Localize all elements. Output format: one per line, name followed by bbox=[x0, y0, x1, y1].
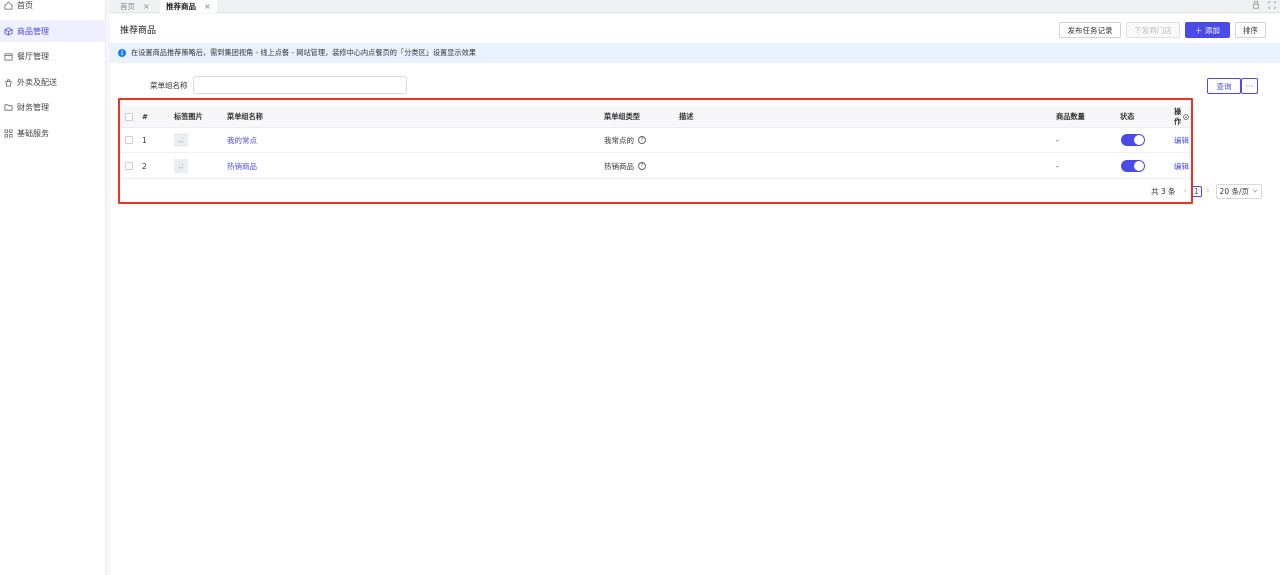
sort-button[interactable]: 排序 bbox=[1235, 22, 1266, 38]
store-icon bbox=[4, 52, 13, 61]
column-header-description: 描述 bbox=[679, 111, 694, 121]
home-icon bbox=[4, 0, 13, 10]
column-header-index: # bbox=[142, 112, 149, 121]
tab-recommended-products[interactable]: 推荐商品 × bbox=[160, 0, 217, 13]
image-placeholder-icon bbox=[174, 159, 188, 173]
sidebar-item-finance[interactable]: 财务管理 bbox=[0, 96, 106, 118]
more-options-button[interactable]: ··· bbox=[1241, 78, 1258, 94]
row-index: 1 bbox=[142, 135, 147, 145]
close-icon[interactable]: × bbox=[143, 2, 150, 11]
sidebar-item-delivery[interactable]: 外卖及配送 bbox=[0, 71, 106, 93]
status-toggle[interactable] bbox=[1121, 134, 1145, 146]
filter-label: 菜单组名称 bbox=[150, 81, 188, 90]
menu-group-type: 热销商品 bbox=[604, 161, 634, 171]
window-controls bbox=[1252, 1, 1276, 11]
table-row: 1 我的常点 我常点的 ? - 编辑 bbox=[120, 128, 1190, 153]
tab-bar: 首页 × 推荐商品 × bbox=[110, 0, 1280, 13]
page-number-button[interactable]: 1 bbox=[1191, 185, 1202, 197]
table-header: # 标签图片 菜单组名称 菜单组类型 描述 商品数量 状态 操作 bbox=[120, 106, 1190, 128]
push-to-store-button[interactable]: 下发到门店 bbox=[1126, 22, 1180, 38]
folder-icon bbox=[4, 103, 13, 112]
column-header-count: 商品数量 bbox=[1056, 111, 1085, 121]
row-index: 2 bbox=[142, 161, 147, 171]
notice-banner: i 在设置商品推荐策略后，需到集团视角 - 线上点餐 - 网站管理，装修中心内点… bbox=[110, 43, 1280, 63]
row-product-count: - bbox=[1056, 135, 1059, 145]
select-all-checkbox[interactable] bbox=[125, 112, 133, 121]
page-title: 推荐商品 bbox=[120, 26, 157, 36]
column-header-action: 操作 bbox=[1174, 106, 1182, 126]
sidebar-item-products[interactable]: 商品管理 bbox=[0, 20, 106, 42]
tab-label: 推荐商品 bbox=[166, 2, 196, 11]
sidebar-item-home[interactable]: 首页 bbox=[0, 0, 106, 16]
status-toggle[interactable] bbox=[1121, 160, 1145, 172]
sidebar-item-basic-services[interactable]: 基础服务 bbox=[0, 122, 106, 144]
menu-group-name-link[interactable]: 热销商品 bbox=[227, 154, 257, 178]
column-header-name: 菜单组名称 bbox=[227, 111, 263, 121]
sidebar-item-label: 商品管理 bbox=[17, 26, 49, 36]
delivery-icon bbox=[4, 78, 13, 87]
chevron-down-icon bbox=[1252, 188, 1258, 194]
column-header-status: 状态 bbox=[1120, 111, 1135, 121]
sidebar-item-label: 外卖及配送 bbox=[17, 77, 57, 87]
settings-icon[interactable] bbox=[1182, 113, 1190, 121]
help-icon[interactable]: ? bbox=[638, 136, 646, 144]
edit-link[interactable]: 编辑 bbox=[1174, 154, 1189, 178]
publish-log-button[interactable]: 发布任务记录 bbox=[1059, 22, 1121, 38]
row-checkbox[interactable] bbox=[125, 162, 133, 170]
add-button[interactable]: ＋ 添加 bbox=[1185, 22, 1230, 38]
sidebar-item-restaurant[interactable]: 餐厅管理 bbox=[0, 45, 106, 67]
table-row: 2 热销商品 热销商品 ? - 编辑 bbox=[120, 154, 1190, 179]
query-button[interactable]: 查询 bbox=[1207, 78, 1241, 94]
close-icon[interactable]: × bbox=[204, 2, 211, 11]
sidebar-item-label: 餐厅管理 bbox=[17, 51, 49, 61]
cube-icon bbox=[4, 26, 13, 36]
image-placeholder-icon bbox=[174, 133, 188, 147]
main-content: 推荐商品 发布任务记录 下发到门店 ＋ 添加 排序 i 在设置商品推荐策略后，需… bbox=[110, 14, 1280, 575]
page-size-value: 20 条/页 bbox=[1219, 186, 1250, 196]
menu-group-type: 我常点的 bbox=[604, 135, 634, 145]
column-header-type: 菜单组类型 bbox=[604, 111, 640, 121]
notice-text: 在设置商品推荐策略后，需到集团视角 - 线上点餐 - 网站管理，装修中心内点餐页… bbox=[131, 48, 476, 57]
sidebar-item-label: 首页 bbox=[17, 0, 33, 10]
fullscreen-icon[interactable] bbox=[1268, 1, 1276, 11]
row-checkbox[interactable] bbox=[125, 136, 133, 144]
column-header-image: 标签图片 bbox=[174, 111, 203, 121]
info-icon: i bbox=[118, 49, 126, 57]
page-size-select[interactable]: 20 条/页 bbox=[1215, 183, 1263, 199]
prev-page-button[interactable]: ‹ bbox=[1184, 186, 1188, 196]
grid-icon bbox=[4, 129, 13, 138]
sidebar-item-label: 基础服务 bbox=[17, 128, 49, 138]
menu-group-name-link[interactable]: 我的常点 bbox=[227, 128, 257, 152]
next-page-button[interactable]: › bbox=[1206, 186, 1210, 196]
tab-label: 首页 bbox=[120, 2, 135, 11]
sidebar-item-label: 财务管理 bbox=[17, 102, 49, 112]
menu-group-name-input[interactable] bbox=[193, 76, 407, 94]
tab-home[interactable]: 首页 × bbox=[114, 0, 156, 13]
row-product-count: - bbox=[1056, 161, 1059, 171]
edit-link[interactable]: 编辑 bbox=[1174, 128, 1189, 152]
sidebar: 首页 商品管理 餐厅管理 外卖及配送 财务管理 基础服务 bbox=[0, 0, 106, 575]
help-icon[interactable]: ? bbox=[638, 162, 646, 170]
pagination: 共 3 条 ‹ 1 › 20 条/页 bbox=[1151, 183, 1263, 199]
lock-icon[interactable] bbox=[1252, 1, 1260, 11]
total-count: 共 3 条 bbox=[1151, 186, 1176, 196]
